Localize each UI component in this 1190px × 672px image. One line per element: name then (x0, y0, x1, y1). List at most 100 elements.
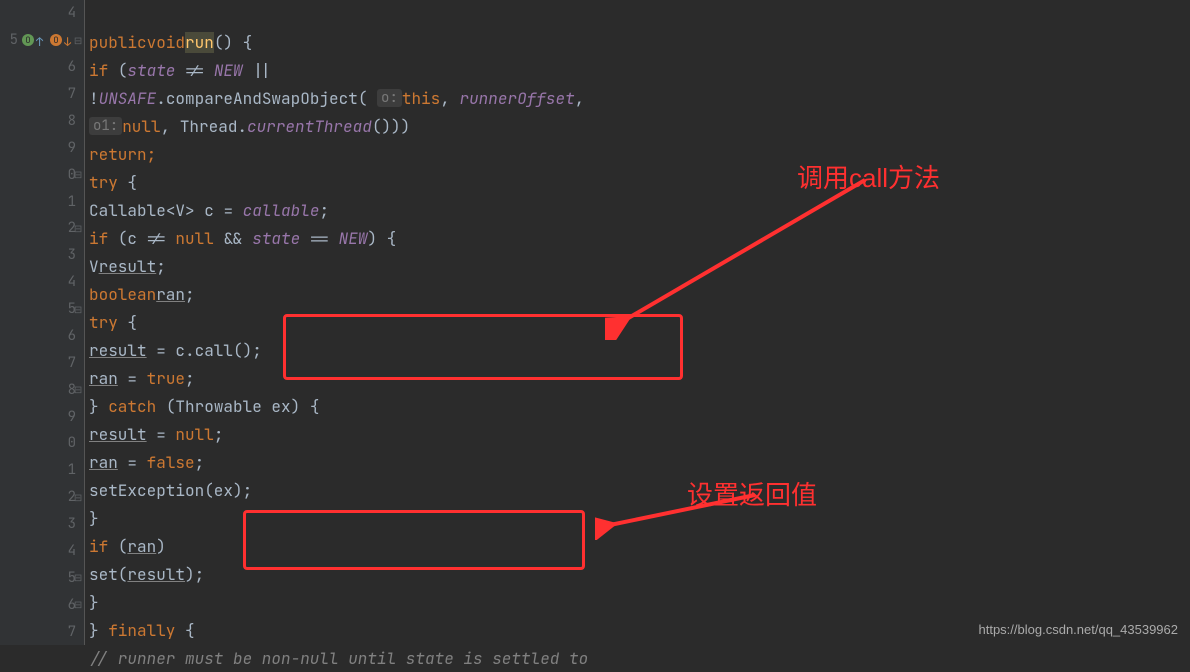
navigate-up-icon[interactable]: ↑ (36, 34, 48, 46)
keyword: false (147, 452, 195, 473)
watermark: https://blog.csdn.net/qq_43539962 (979, 622, 1179, 637)
keyword: null (175, 424, 213, 445)
code-text: ; (319, 200, 329, 221)
keyword: public (89, 32, 147, 53)
fold-handle-icon[interactable]: ⊟ (74, 303, 82, 316)
code-text: != (175, 60, 213, 81)
code-line: !UNSAFE.compareAndSwapObject( o: this, r… (85, 84, 1190, 112)
code-text: , (575, 88, 585, 109)
code-line: public void run() { (85, 28, 1190, 56)
code-line: try { (85, 308, 1190, 336)
code-line: boolean ran; (85, 280, 1190, 308)
implements-icon[interactable]: O (50, 34, 62, 46)
fold-handle-icon[interactable]: ⊟ (74, 222, 82, 235)
code-line: } catch (Throwable ex) { (85, 392, 1190, 420)
keyword: void (147, 32, 185, 53)
override-icon[interactable]: O (22, 34, 34, 46)
code-text: ) (156, 536, 166, 557)
code-line: set(result); (85, 560, 1190, 588)
code-line: try { (85, 168, 1190, 196)
code-text: , (440, 88, 459, 109)
code-text: ! (89, 88, 99, 109)
code-line: if (ran) (85, 532, 1190, 560)
local-var: ran (156, 284, 185, 305)
code-line: if (c != null && state == NEW) { (85, 224, 1190, 252)
class-ref: Thread (180, 116, 238, 137)
code-text: . (156, 88, 166, 109)
gutter: 4 5 O ↑ O ↓ ⊟ 6 7 8 9 0⊟ 1 2⊟ 3 4 5⊟ 6 7… (0, 0, 85, 645)
code-line: result = c.call(); (85, 336, 1190, 364)
fold-handle-icon[interactable]: ⊟ (74, 598, 82, 611)
keyword: try (89, 312, 118, 333)
code-line: ran = false; (85, 448, 1190, 476)
code-line: // runner must be non-null until state i… (85, 644, 1190, 672)
local-var: result (99, 256, 157, 277)
code-text: (c != (108, 228, 175, 249)
code-text: = c.call(); (147, 340, 262, 361)
code-text: ; (185, 368, 195, 389)
fold-handle-icon[interactable]: ⊟ (74, 168, 82, 181)
keyword: catch (108, 396, 156, 417)
field-ref: state (127, 60, 175, 81)
code-line: V result; (85, 252, 1190, 280)
code-line (85, 0, 1190, 28)
local-var: ran (89, 452, 118, 473)
code-text: ; (195, 452, 205, 473)
code-text: c = (195, 200, 243, 221)
constant: NEW (339, 228, 368, 249)
code-text: ; (214, 424, 224, 445)
method-call: set( (89, 564, 127, 585)
code-text: ( (358, 88, 377, 109)
code-line: result = null; (85, 420, 1190, 448)
keyword: if (89, 60, 108, 81)
keyword: if (89, 536, 108, 557)
gutter-row: 4 (0, 0, 84, 27)
keyword: boolean (89, 284, 156, 305)
code-line: Callable<V> c = callable; (85, 196, 1190, 224)
keyword: return; (89, 144, 156, 165)
keyword: try (89, 172, 118, 193)
keyword: if (89, 228, 108, 249)
code-text: ())) (372, 116, 410, 137)
keyword: this (402, 88, 440, 109)
param-hint: o: (377, 89, 402, 107)
method-call: currentThread (247, 116, 372, 137)
keyword: null (175, 228, 213, 249)
code-text: { (175, 620, 194, 641)
type-param: V (175, 200, 185, 221)
fold-handle-icon[interactable]: ⊟ (74, 383, 82, 396)
code-text: ( (108, 536, 127, 557)
field-ref: callable (243, 200, 320, 221)
keyword: null (122, 116, 160, 137)
code-text: } (89, 396, 108, 417)
code-line: } (85, 588, 1190, 616)
code-text: (Throwable ex) { (156, 396, 319, 417)
keyword: true (147, 368, 185, 389)
code-text: () { (214, 32, 252, 53)
code-text: = (118, 368, 147, 389)
method-name: run (185, 32, 214, 53)
code-line: return; (85, 140, 1190, 168)
editor-container: 4 5 O ↑ O ↓ ⊟ 6 7 8 9 0⊟ 1 2⊟ 3 4 5⊟ 6 7… (0, 0, 1190, 645)
code-line: o1: null, Thread.currentThread())) (85, 112, 1190, 140)
code-line: setException(ex); (85, 476, 1190, 504)
fold-handle-icon[interactable]: ⊟ (74, 571, 82, 584)
code-text: } (89, 620, 108, 641)
code-line: if (state != NEW || (85, 56, 1190, 84)
field-ref: state (252, 228, 300, 249)
code-text: { (118, 172, 137, 193)
fold-handle-icon[interactable]: ⊟ (74, 491, 82, 504)
code-text: ; (185, 284, 195, 305)
method-call: setException(ex); (89, 480, 252, 501)
local-var: ran (89, 368, 118, 389)
line-number: 5 (0, 31, 18, 49)
fold-handle-icon[interactable]: ⊟ (74, 34, 82, 47)
comment: // runner must be non-null until state i… (89, 648, 588, 669)
field-ref: runnerOffset (459, 88, 574, 109)
local-var: ran (127, 536, 156, 557)
code-text: || (243, 60, 272, 81)
code-area[interactable]: public void run() { if (state != NEW || … (85, 0, 1190, 645)
code-text: ; (156, 256, 166, 277)
code-text: { (118, 312, 137, 333)
code-text: == (300, 228, 338, 249)
